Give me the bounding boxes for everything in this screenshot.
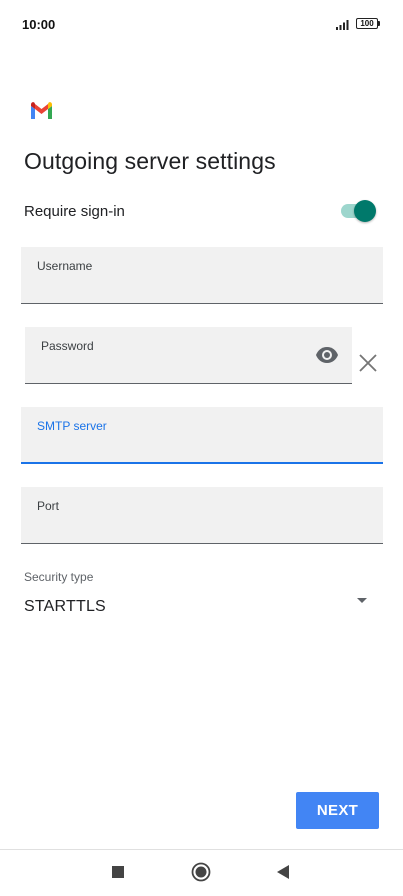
password-input[interactable] — [41, 357, 304, 379]
username-field[interactable]: Username — [21, 247, 383, 304]
smtp-server-input[interactable] — [37, 437, 367, 459]
status-bar: 10:00 100 — [0, 0, 403, 48]
gmail-icon — [31, 102, 52, 119]
battery-level: 100 — [356, 18, 378, 29]
back-icon[interactable] — [276, 864, 290, 880]
username-label: Username — [37, 259, 93, 273]
dropdown-arrow-icon — [357, 598, 367, 603]
password-label: Password — [41, 339, 94, 353]
page-title: Outgoing server settings — [24, 148, 276, 174]
port-input[interactable] — [37, 517, 367, 539]
port-label: Port — [37, 499, 60, 513]
nav-divider — [0, 849, 403, 850]
signal-icon — [336, 20, 349, 30]
username-input[interactable] — [37, 277, 367, 299]
security-type-value: STARTTLS — [24, 598, 106, 615]
eye-icon[interactable] — [315, 346, 339, 364]
password-field[interactable]: Password — [25, 327, 352, 384]
smtp-server-label: SMTP server — [37, 419, 107, 433]
home-icon[interactable] — [191, 862, 211, 882]
close-icon[interactable] — [358, 353, 378, 373]
security-type-dropdown[interactable]: STARTTLS — [21, 590, 383, 624]
next-button[interactable]: NEXT — [296, 792, 379, 829]
require-signin-toggle[interactable] — [341, 200, 377, 222]
security-type-label: Security type — [24, 570, 94, 584]
recents-icon[interactable] — [112, 866, 124, 878]
require-signin-label: Require sign-in — [24, 203, 125, 220]
battery-icon: 100 — [356, 18, 381, 30]
smtp-server-field[interactable]: SMTP server — [21, 407, 383, 464]
toggle-thumb — [354, 200, 376, 222]
status-time: 10:00 — [22, 17, 56, 32]
port-field[interactable]: Port — [21, 487, 383, 544]
